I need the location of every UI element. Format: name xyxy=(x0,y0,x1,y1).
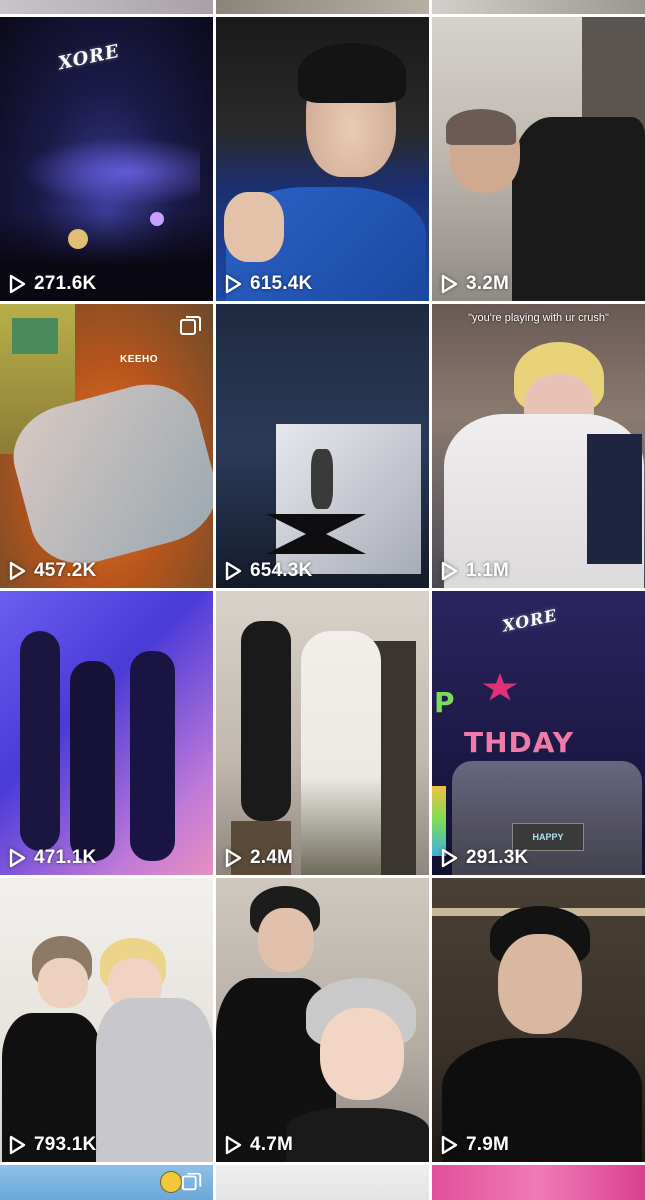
play-icon xyxy=(224,561,242,581)
star-sleeve xyxy=(587,434,642,564)
lightstick xyxy=(68,229,88,249)
video-tile[interactable]: 7.9M xyxy=(432,878,645,1162)
hoodie xyxy=(96,998,213,1162)
view-count-text: 4.7M xyxy=(250,1134,294,1155)
person-face xyxy=(498,934,582,1034)
dancer xyxy=(130,651,175,861)
video-tile[interactable]: 2.4M xyxy=(216,591,429,875)
video-caption: "you're playing with ur crush" xyxy=(468,312,609,324)
person-face xyxy=(320,1008,404,1100)
person-face xyxy=(258,908,314,972)
video-tile[interactable]: 471.1K xyxy=(0,591,213,875)
video-tile[interactable]: 4.7M xyxy=(216,878,429,1162)
video-tile[interactable]: 615.4K xyxy=(216,17,429,301)
play-icon xyxy=(8,848,26,868)
play-icon xyxy=(8,561,26,581)
carousel-icon xyxy=(181,1171,203,1198)
person-body xyxy=(512,117,645,301)
hair xyxy=(298,43,406,103)
play-icon xyxy=(8,1135,26,1155)
video-grid: XORE 271.6K 615.4K 3.2M KEEHO 457.2K 654… xyxy=(0,0,645,1200)
view-count-text: 793.1K xyxy=(34,1134,97,1155)
person-face xyxy=(38,958,88,1008)
view-count-text: 291.3K xyxy=(466,847,529,868)
play-icon xyxy=(440,561,458,581)
view-count-text: 3.2M xyxy=(466,273,510,294)
video-thumbnail xyxy=(0,0,213,14)
video-thumbnail xyxy=(216,0,429,14)
name-tag: KEEHO xyxy=(120,354,159,365)
person-body xyxy=(286,1108,429,1162)
performer xyxy=(311,449,333,509)
play-icon xyxy=(440,274,458,294)
video-tile[interactable]: KEEHO 457.2K xyxy=(0,304,213,588)
video-tile-partial[interactable] xyxy=(216,1165,429,1200)
view-count: 4.7M xyxy=(224,1134,293,1156)
play-icon xyxy=(440,1135,458,1155)
view-count-text: 271.6K xyxy=(34,273,97,294)
video-thumbnail xyxy=(432,1165,645,1200)
view-count-text: 615.4K xyxy=(250,273,313,294)
birthday-banner: THDAY xyxy=(464,726,575,759)
view-count-text: 471.1K xyxy=(34,847,97,868)
view-count: 7.9M xyxy=(440,1134,509,1156)
view-count: 271.6K xyxy=(8,273,96,295)
video-tile-partial[interactable] xyxy=(432,1165,645,1200)
view-count-text: 2.4M xyxy=(250,847,294,868)
view-count: 2.4M xyxy=(224,847,293,869)
play-icon xyxy=(224,274,242,294)
view-count-text: 1.1M xyxy=(466,560,510,581)
view-count: 1.1M xyxy=(440,560,509,582)
view-count: 654.3K xyxy=(224,560,312,582)
dancer xyxy=(20,631,60,851)
video-thumbnail xyxy=(216,1165,429,1200)
view-count: 3.2M xyxy=(440,273,509,295)
view-count: 457.2K xyxy=(8,560,96,582)
video-tile-partial[interactable] xyxy=(0,1165,213,1200)
play-icon xyxy=(224,1135,242,1155)
emoji-sticker-icon xyxy=(160,1171,182,1193)
carousel-icon xyxy=(179,314,203,343)
view-count-text: 457.2K xyxy=(34,560,97,581)
person-standing xyxy=(301,631,381,875)
video-tile[interactable]: 654.3K xyxy=(216,304,429,588)
video-tile[interactable]: "you're playing with ur crush" 1.1M xyxy=(432,304,645,588)
view-count: 471.1K xyxy=(8,847,96,869)
video-thumbnail xyxy=(432,0,645,14)
stage-lights xyxy=(20,137,200,207)
person-standing xyxy=(241,621,291,821)
play-icon xyxy=(8,274,26,294)
arcade-screen xyxy=(12,318,58,354)
play-icon xyxy=(440,848,458,868)
video-tile[interactable]: 793.1K xyxy=(0,878,213,1162)
dancer xyxy=(70,661,115,861)
video-tile-partial[interactable] xyxy=(432,0,645,14)
lightstick xyxy=(150,212,164,226)
video-tile[interactable]: 3.2M xyxy=(432,17,645,301)
video-tile[interactable]: XORE 271.6K xyxy=(0,17,213,301)
view-count: 615.4K xyxy=(224,273,312,295)
banner-stripe xyxy=(432,786,446,856)
view-count: 291.3K xyxy=(440,847,528,869)
birthday-banner-p: P xyxy=(434,686,456,719)
video-tile-partial[interactable] xyxy=(216,0,429,14)
video-tile-partial[interactable] xyxy=(0,0,213,14)
view-count: 793.1K xyxy=(8,1134,96,1156)
video-tile[interactable]: XORE P THDAY HAPPY 291.3K xyxy=(432,591,645,875)
play-icon xyxy=(224,848,242,868)
hand xyxy=(224,192,284,262)
view-count-text: 7.9M xyxy=(466,1134,510,1155)
cap xyxy=(446,109,516,145)
view-count-text: 654.3K xyxy=(250,560,313,581)
